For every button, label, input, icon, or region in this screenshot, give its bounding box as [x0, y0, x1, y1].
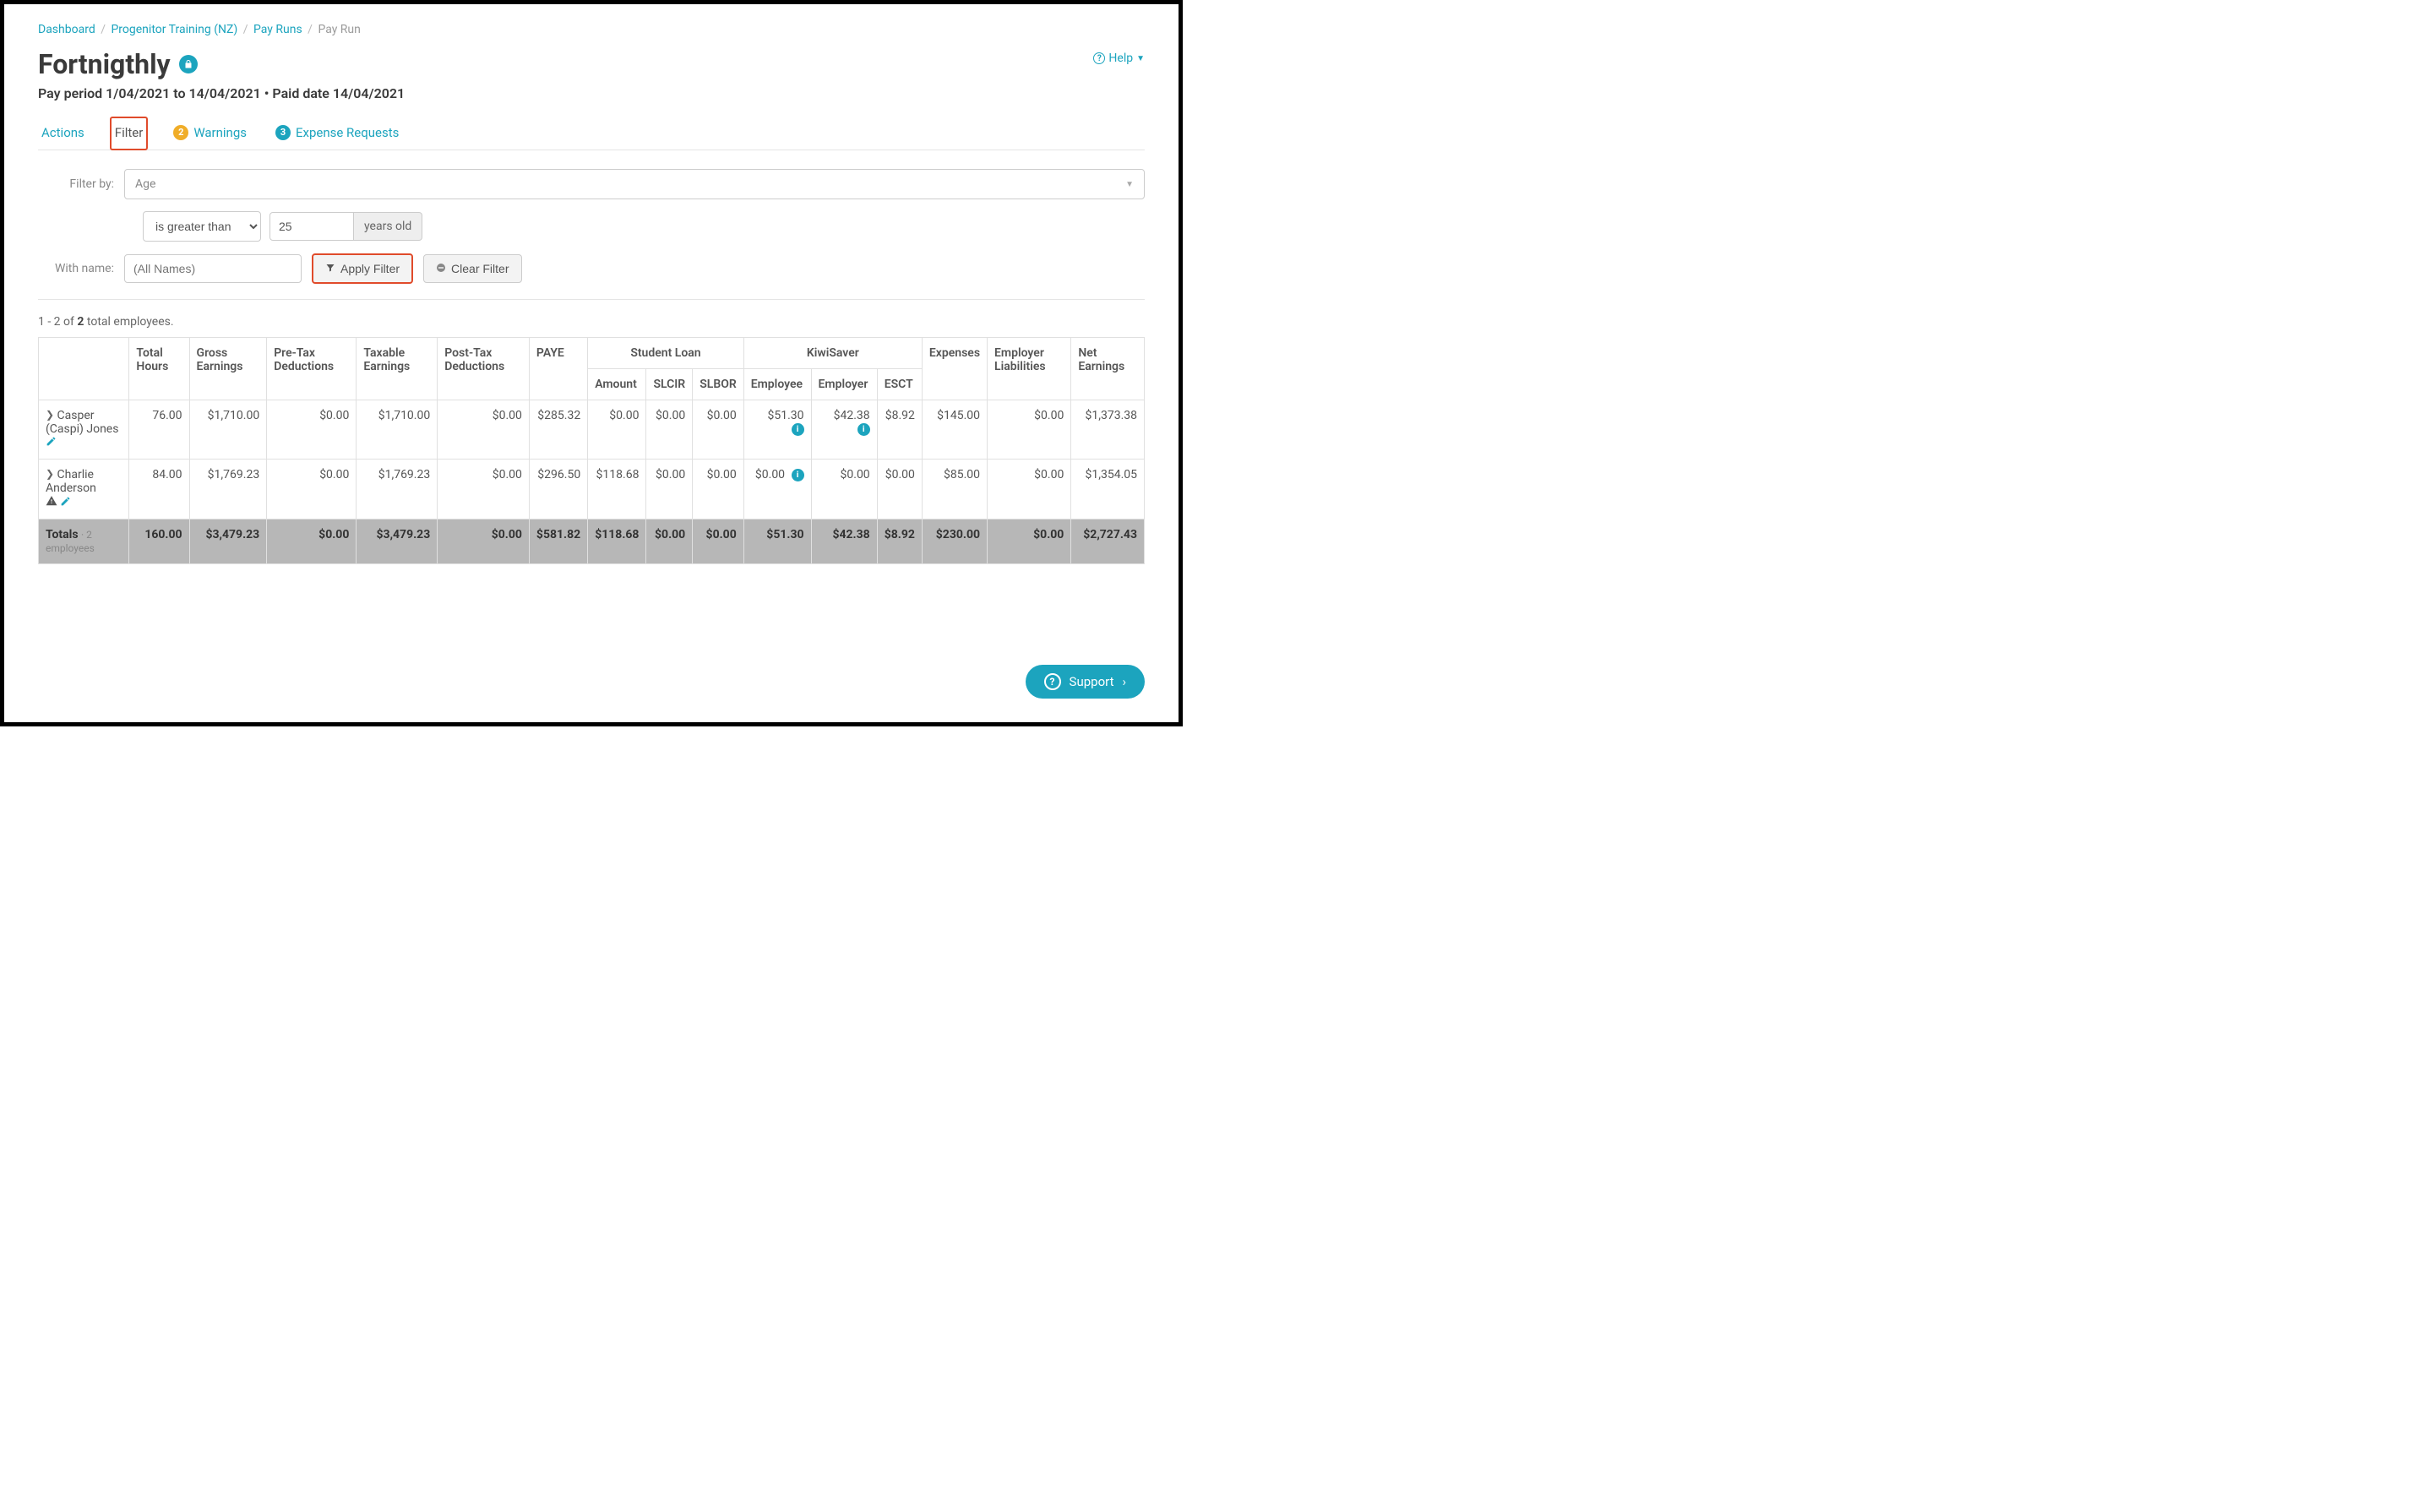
th-paye: PAYE [529, 338, 587, 400]
info-icon[interactable]: i [792, 469, 804, 481]
warning-icon[interactable] [46, 497, 57, 510]
filter-panel: Filter by: Age ▼ is greater than years o… [38, 150, 1145, 300]
th-esct: ESCT [877, 369, 922, 400]
breadcrumb: Dashboard / Progenitor Training (NZ) / P… [38, 23, 1145, 36]
filter-by-select[interactable]: Age ▼ [124, 169, 1145, 199]
th-student-loan: Student Loan [588, 338, 744, 369]
employee-name[interactable]: Casper (Caspi) Jones [46, 409, 118, 436]
breadcrumb-company[interactable]: Progenitor Training (NZ) [111, 23, 237, 36]
th-ks-employee: Employee [743, 369, 811, 400]
breadcrumb-payruns[interactable]: Pay Runs [253, 23, 302, 36]
th-pretax: Pre-Tax Deductions [267, 338, 357, 400]
th-gross: Gross Earnings [189, 338, 267, 400]
th-expenses: Expenses [922, 338, 987, 400]
caret-down-icon: ▼ [1136, 54, 1145, 63]
th-emp-liab: Employer Liabilities [988, 338, 1071, 400]
th-ks-employer: Employer [811, 369, 877, 400]
tab-actions[interactable]: Actions [38, 118, 88, 149]
info-icon[interactable]: i [857, 423, 870, 436]
page-title: Fortnigthly [38, 48, 405, 80]
comparator-select[interactable]: is greater than [143, 211, 261, 242]
chevron-right-icon[interactable]: ❯ [46, 468, 54, 480]
expenses-badge: 3 [275, 125, 291, 140]
th-posttax: Post-Tax Deductions [438, 338, 530, 400]
tab-expense-requests[interactable]: 3 Expense Requests [272, 118, 402, 149]
support-icon: ? [1044, 673, 1061, 690]
th-total-hours: Total Hours [129, 338, 189, 400]
edit-icon[interactable] [46, 437, 57, 450]
help-icon: ? [1093, 52, 1105, 64]
table-row: ❯ Casper (Caspi) Jones76.00$1,710.00$0.0… [39, 400, 1145, 460]
help-link[interactable]: ? Help ▼ [1093, 52, 1145, 65]
with-name-label: With name: [38, 262, 114, 275]
clear-filter-button[interactable]: Clear Filter [423, 254, 521, 283]
info-icon[interactable]: i [792, 423, 804, 436]
result-count: 1 - 2 of 2 total employees. [38, 315, 1145, 329]
th-slcir: SLCIR [646, 369, 693, 400]
minus-circle-icon [436, 262, 446, 275]
tab-filter[interactable]: Filter [110, 117, 149, 150]
filter-icon [325, 262, 335, 275]
th-net: Net Earnings [1071, 338, 1145, 400]
support-button[interactable]: ? Support › [1026, 665, 1145, 699]
edit-icon[interactable] [60, 497, 71, 510]
breadcrumb-current: Pay Run [318, 23, 360, 36]
payrun-table: Total Hours Gross Earnings Pre-Tax Deduc… [38, 337, 1145, 564]
breadcrumb-dashboard[interactable]: Dashboard [38, 23, 95, 36]
age-suffix: years old [354, 212, 422, 241]
table-row: ❯ Charlie Anderson 84.00$1,769.23$0.00$1… [39, 460, 1145, 519]
chevron-down-icon: ▼ [1125, 180, 1134, 189]
th-sl-amount: Amount [588, 369, 646, 400]
warnings-badge: 2 [173, 125, 188, 140]
chevron-right-icon: › [1122, 674, 1126, 689]
apply-filter-button[interactable]: Apply Filter [312, 253, 413, 284]
pay-period-subtitle: Pay period 1/04/2021 to 14/04/2021 • Pai… [38, 85, 405, 101]
tabs: Actions Filter 2 Warnings 3 Expense Requ… [38, 117, 1145, 150]
lock-icon [179, 55, 198, 73]
th-slbor: SLBOR [693, 369, 744, 400]
tab-warnings[interactable]: 2 Warnings [170, 118, 250, 149]
age-value-input[interactable] [269, 212, 354, 241]
filter-by-label: Filter by: [38, 177, 114, 191]
th-taxable: Taxable Earnings [357, 338, 438, 400]
th-kiwisaver: KiwiSaver [743, 338, 922, 369]
totals-row: Totals · 2 employees 160.00 $3,479.23 $0… [39, 519, 1145, 564]
with-name-input[interactable] [124, 254, 302, 283]
chevron-right-icon[interactable]: ❯ [46, 409, 54, 421]
